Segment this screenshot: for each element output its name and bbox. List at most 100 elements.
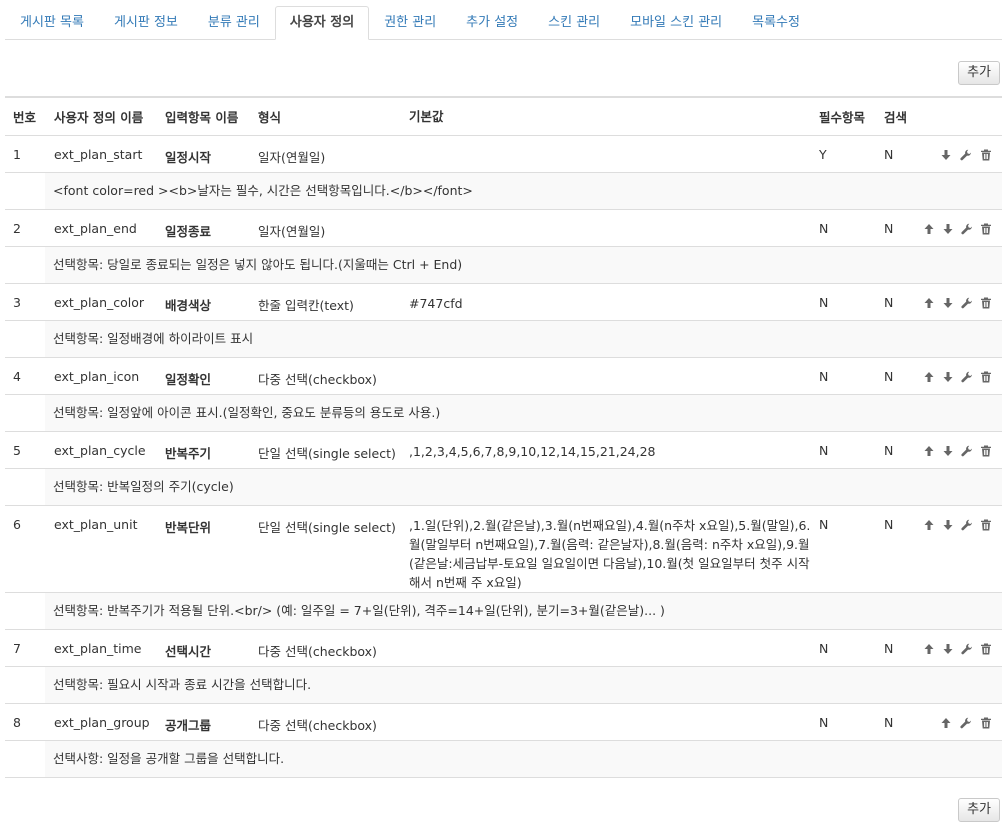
row-required: N	[819, 715, 829, 730]
table-row: 4 ext_plan_icon 일정확인 다중 선택(checkbox) N N	[5, 358, 1002, 395]
add-button-bottom[interactable]: 추가	[958, 798, 1000, 822]
wrench-icon[interactable]	[960, 221, 974, 236]
row-actions	[922, 517, 1002, 532]
tab-3[interactable]: 사용자 정의	[274, 6, 370, 40]
row-actions	[922, 147, 1002, 162]
tab-1[interactable]: 게시판 정보	[99, 6, 193, 40]
tab-bar: 게시판 목록 게시판 정보 분류 관리 사용자 정의 권한 관리 추가 설정 스킨 관리 모바…	[5, 6, 1002, 40]
row-name: 배경색상	[165, 298, 212, 313]
row-no: 5	[13, 443, 21, 458]
arrow-up-icon[interactable]	[922, 221, 936, 236]
row-search: N	[884, 369, 894, 384]
tab-4[interactable]: 권한 관리	[369, 6, 451, 40]
arrow-down-icon[interactable]	[938, 147, 953, 162]
row-required: N	[819, 369, 829, 384]
row-actions	[922, 641, 1002, 656]
col-required: 필수항목	[819, 110, 866, 125]
trash-icon[interactable]	[979, 641, 993, 656]
arrow-down-icon[interactable]	[941, 517, 955, 532]
arrow-down-icon[interactable]	[941, 221, 955, 236]
arrow-up-icon[interactable]	[922, 517, 936, 532]
table-header: 번호 사용자 정의 이름 입력항목 이름 형식 기본값 필수항목 검색	[5, 98, 1002, 136]
tab-0[interactable]: 게시판 목록	[5, 6, 99, 40]
row-actions	[922, 221, 1002, 236]
description-indent	[5, 247, 45, 283]
row-description: 선택항목: 당일로 종료되는 일정은 넣지 않아도 됩니다.(지울때는 Ctrl…	[45, 247, 1002, 283]
trash-icon[interactable]	[979, 517, 993, 532]
col-name: 입력항목 이름	[165, 110, 239, 125]
row-type: 일자(연월일)	[258, 224, 326, 239]
trash-icon[interactable]	[978, 147, 993, 162]
tab-5[interactable]: 추가 설정	[451, 6, 533, 40]
wrench-icon[interactable]	[960, 517, 974, 532]
wrench-icon[interactable]	[960, 369, 974, 384]
row-name: 일정종료	[165, 224, 212, 239]
trash-icon[interactable]	[979, 443, 993, 458]
row-name: 선택시간	[165, 644, 212, 659]
row-no: 8	[13, 715, 21, 730]
arrow-up-icon[interactable]	[922, 295, 936, 310]
row-id: ext_plan_start	[54, 147, 143, 162]
trash-icon[interactable]	[979, 221, 993, 236]
row-actions	[922, 369, 1002, 384]
row-actions	[922, 715, 1002, 730]
row-id: ext_plan_unit	[54, 517, 138, 532]
table-row-description: 선택사항: 일정을 공개할 그룹을 선택합니다.	[5, 741, 1002, 778]
trash-icon[interactable]	[979, 369, 993, 384]
wrench-icon[interactable]	[958, 147, 973, 162]
row-no: 3	[13, 295, 21, 310]
row-no: 1	[13, 147, 21, 162]
description-indent	[5, 321, 45, 357]
row-id: ext_plan_group	[54, 715, 150, 730]
row-type: 단일 선택(single select)	[258, 446, 396, 461]
col-type: 형식	[258, 110, 282, 125]
wrench-icon[interactable]	[960, 443, 974, 458]
row-type: 일자(연월일)	[258, 150, 326, 165]
row-type: 단일 선택(single select)	[258, 520, 396, 535]
trash-icon[interactable]	[978, 715, 993, 730]
row-id: ext_plan_time	[54, 641, 142, 656]
trash-icon[interactable]	[979, 295, 993, 310]
row-default: #747cfd	[409, 296, 463, 311]
tab-7[interactable]: 모바일 스킨 관리	[615, 6, 737, 40]
arrow-up-icon[interactable]	[922, 443, 936, 458]
arrow-down-icon[interactable]	[941, 295, 955, 310]
row-no: 4	[13, 369, 21, 384]
row-id: ext_plan_icon	[54, 369, 140, 384]
row-name: 일정시작	[165, 150, 212, 165]
row-no: 2	[13, 221, 21, 236]
row-description: 선택항목: 일정배경에 하이라이트 표시	[45, 321, 1002, 357]
table-row-description: <font color=red ><b>날자는 필수, 시간은 선택항목입니다.…	[5, 173, 1002, 210]
row-type: 다중 선택(checkbox)	[258, 718, 377, 733]
tab-2[interactable]: 분류 관리	[193, 6, 275, 40]
row-name: 공개그룹	[165, 718, 212, 733]
wrench-icon[interactable]	[958, 715, 973, 730]
row-required: Y	[819, 147, 827, 162]
row-name: 일정확인	[165, 372, 212, 387]
row-default: ,1.일(단위),2.월(같은날),3.월(n번째요일),4.월(n주차 x요일…	[409, 518, 811, 590]
description-indent	[5, 593, 45, 629]
description-indent	[5, 395, 45, 431]
arrow-up-icon[interactable]	[922, 641, 936, 656]
add-button-top[interactable]: 추가	[958, 61, 1000, 85]
row-actions	[922, 295, 1002, 310]
row-id: ext_plan_end	[54, 221, 137, 236]
arrow-up-icon[interactable]	[922, 369, 936, 384]
table-row-description: 선택항목: 일정앞에 아이콘 표시.(일정확인, 중요도 분류등의 용도로 사용…	[5, 395, 1002, 432]
tab-8[interactable]: 목록수정	[737, 6, 815, 40]
col-id: 사용자 정의 이름	[54, 110, 144, 125]
arrow-up-icon[interactable]	[938, 715, 953, 730]
row-required: N	[819, 221, 829, 236]
row-search: N	[884, 147, 894, 162]
arrow-down-icon[interactable]	[941, 641, 955, 656]
row-type: 다중 선택(checkbox)	[258, 644, 377, 659]
row-description: 선택항목: 일정앞에 아이콘 표시.(일정확인, 중요도 분류등의 용도로 사용…	[45, 395, 1002, 431]
arrow-down-icon[interactable]	[941, 369, 955, 384]
wrench-icon[interactable]	[960, 641, 974, 656]
table-row-description: 선택항목: 필요시 시작과 종료 시간을 선택합니다.	[5, 667, 1002, 704]
arrow-down-icon[interactable]	[941, 443, 955, 458]
tab-6[interactable]: 스킨 관리	[533, 6, 615, 40]
row-id: ext_plan_cycle	[54, 443, 146, 458]
row-id: ext_plan_color	[54, 295, 145, 310]
wrench-icon[interactable]	[960, 295, 974, 310]
